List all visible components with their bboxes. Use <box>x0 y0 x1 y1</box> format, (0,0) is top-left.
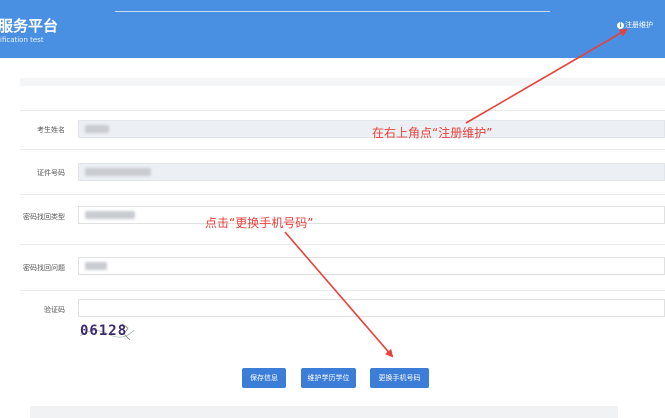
arrow-to-change-phone <box>284 231 394 358</box>
arrow-to-register <box>465 28 628 124</box>
footer-band <box>30 406 618 418</box>
save-button[interactable]: 保存信息 <box>242 368 286 388</box>
annotation-arrows <box>284 28 628 358</box>
change-phone-button[interactable]: 更换手机号码 <box>370 368 429 388</box>
maintain-degree-button[interactable]: 维护学历学位 <box>301 368 356 388</box>
